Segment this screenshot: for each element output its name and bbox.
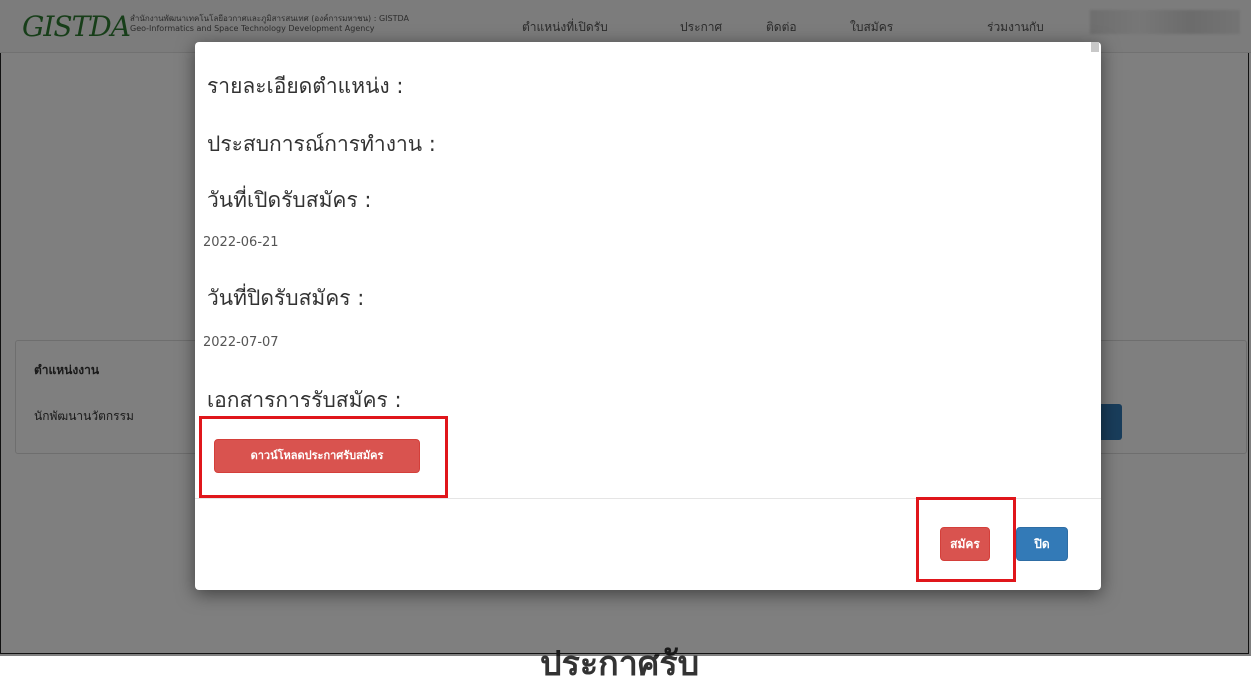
download-highlight-box [199,416,448,498]
apply-highlight-box [916,497,1016,582]
close-date-value: 2022-07-07 [203,335,279,350]
open-date-label: วันที่เปิดรับสมัคร : [207,188,372,212]
job-detail-label: รายละเอียดตำแหน่ง : [207,74,404,98]
modal-scrollbar[interactable] [1091,42,1099,52]
open-date-value: 2022-06-21 [203,235,279,250]
close-date-label: วันที่ปิดรับสมัคร : [207,286,365,310]
documents-label: เอกสารการรับสมัคร : [207,388,402,412]
experience-label: ประสบการณ์การทำงาน : [207,132,436,156]
close-button[interactable]: ปิด [1016,527,1068,561]
